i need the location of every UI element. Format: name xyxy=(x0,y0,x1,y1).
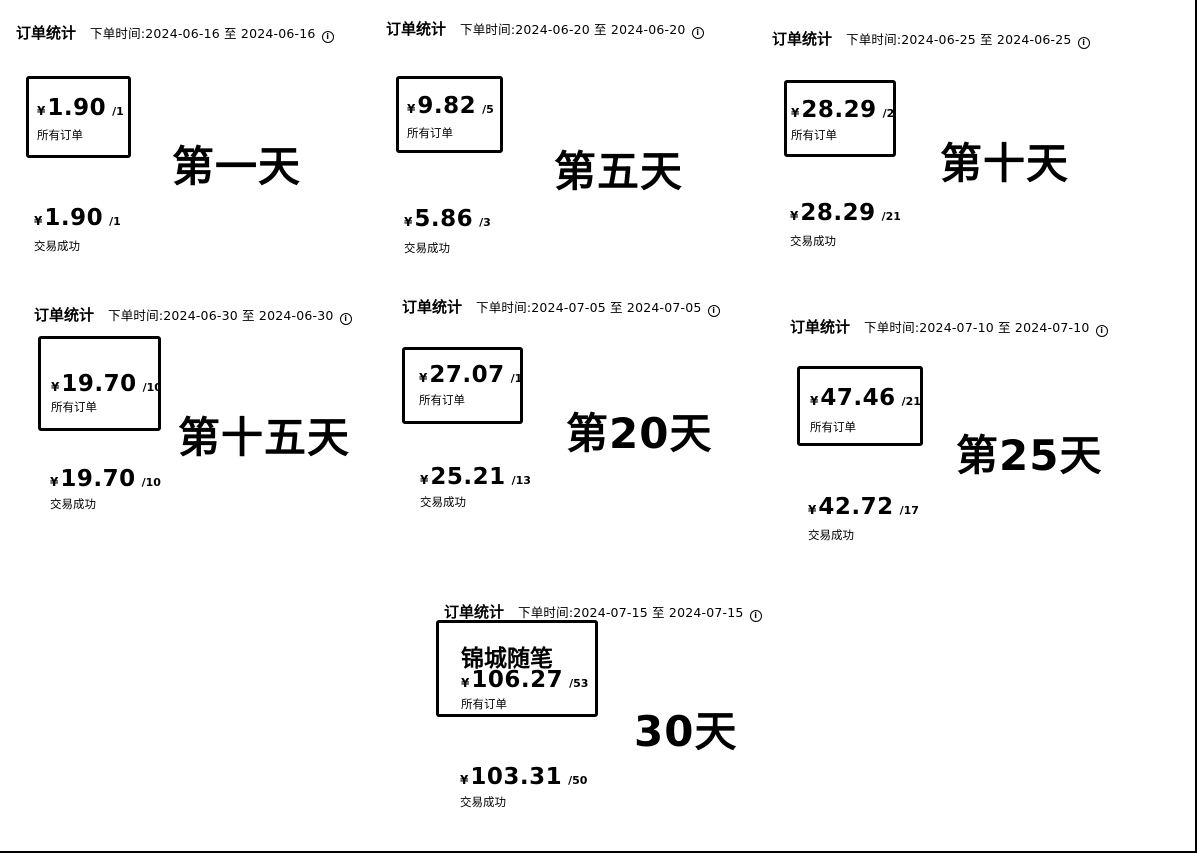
date-label: 下单时间: xyxy=(108,308,164,323)
date-label: 下单时间: xyxy=(90,26,146,41)
panel-header: 订单统计 下单时间: 2024-06-25 至 2024-06-25 i xyxy=(772,28,1090,49)
panel-title: 订单统计 xyxy=(386,20,447,38)
success-label: 交易成功 xyxy=(460,795,506,809)
all-orders-label: 所有订单 xyxy=(407,126,453,140)
day-tag: 第25天 xyxy=(956,431,1103,480)
date-range: 2024-07-10 至 2024-07-10 xyxy=(919,320,1090,335)
info-icon[interactable]: i xyxy=(321,31,334,43)
date-range: 2024-07-15 至 2024-07-15 xyxy=(573,605,744,620)
info-icon[interactable]: i xyxy=(691,27,704,39)
panel-header: 订单统计 下单时间: 2024-06-30 至 2024-06-30 i xyxy=(34,304,352,325)
panel-header: 订单统计 下单时间: 2024-07-10 至 2024-07-10 i xyxy=(790,316,1108,337)
all-orders-amount: ¥1.90/1 xyxy=(37,95,124,121)
success-amount: ¥5.86/3 xyxy=(404,206,491,232)
success-label: 交易成功 xyxy=(50,497,96,511)
success-label: 交易成功 xyxy=(34,239,80,253)
panel-header: 订单统计 下单时间: 2024-07-05 至 2024-07-05 i xyxy=(402,296,720,317)
day-tag: 第一天 xyxy=(172,142,302,191)
all-orders-card[interactable]: ¥19.70/10 所有订单 xyxy=(38,336,161,431)
info-icon[interactable]: i xyxy=(339,313,352,325)
info-icon[interactable]: i xyxy=(749,610,762,622)
all-orders-amount: ¥9.82/5 xyxy=(407,93,494,119)
panel-header: 订单统计 下单时间: 2024-07-15 至 2024-07-15 i xyxy=(444,601,762,622)
success-label: 交易成功 xyxy=(790,234,836,248)
date-range: 2024-06-25 至 2024-06-25 xyxy=(901,32,1072,47)
day-tag: 第20天 xyxy=(566,409,713,458)
success-label: 交易成功 xyxy=(808,528,854,542)
all-orders-label: 所有订单 xyxy=(461,697,507,711)
all-orders-label: 所有订单 xyxy=(419,393,465,407)
day-tag: 第五天 xyxy=(554,147,684,196)
panel-title: 订单统计 xyxy=(34,306,95,324)
success-label: 交易成功 xyxy=(420,495,466,509)
day-tag: 30天 xyxy=(634,707,738,756)
success-amount: ¥19.70/10 xyxy=(50,466,161,492)
panel-title: 订单统计 xyxy=(16,24,77,42)
date-range: 2024-06-20 至 2024-06-20 xyxy=(515,22,686,37)
date-range: 2024-06-16 至 2024-06-16 xyxy=(145,26,316,41)
day-tag: 第十五天 xyxy=(178,413,351,462)
all-orders-amount: ¥47.46/21 xyxy=(810,385,921,411)
info-icon[interactable]: i xyxy=(1077,37,1090,49)
panel-title: 订单统计 xyxy=(772,30,833,48)
all-orders-card[interactable]: ¥27.07/15 所有订单 xyxy=(402,347,523,424)
success-amount: ¥28.29/21 xyxy=(790,200,901,226)
success-label: 交易成功 xyxy=(404,241,450,255)
info-icon[interactable]: i xyxy=(707,305,720,317)
all-orders-card[interactable]: ¥47.46/21 所有订单 xyxy=(797,366,923,446)
date-label: 下单时间: xyxy=(460,22,516,37)
all-orders-amount: ¥28.29/21 xyxy=(791,97,895,123)
success-amount: ¥1.90/1 xyxy=(34,205,121,231)
all-orders-amount: ¥27.07/15 xyxy=(419,362,523,388)
success-amount: ¥42.72/17 xyxy=(808,494,919,520)
all-orders-amount: ¥106.27/53 xyxy=(461,667,589,693)
date-label: 下单时间: xyxy=(518,605,574,620)
all-orders-amount: ¥19.70/10 xyxy=(51,371,161,397)
date-label: 下单时间: xyxy=(476,300,532,315)
date-label: 下单时间: xyxy=(864,320,920,335)
panel-title: 订单统计 xyxy=(402,298,463,316)
info-icon[interactable]: i xyxy=(1095,325,1108,337)
success-amount: ¥25.21/13 xyxy=(420,464,531,490)
panel-header: 订单统计 下单时间: 2024-06-20 至 2024-06-20 i xyxy=(386,18,704,39)
date-range: 2024-06-30 至 2024-06-30 xyxy=(163,308,334,323)
date-range: 2024-07-05 至 2024-07-05 xyxy=(531,300,702,315)
panel-title: 订单统计 xyxy=(444,603,505,621)
all-orders-label: 所有订单 xyxy=(51,400,97,414)
all-orders-label: 所有订单 xyxy=(810,420,856,434)
day-tag: 第十天 xyxy=(940,139,1070,188)
all-orders-label: 所有订单 xyxy=(791,128,837,142)
all-orders-card[interactable]: ¥28.29/21 所有订单 xyxy=(784,80,896,157)
all-orders-card[interactable]: ¥9.82/5 所有订单 xyxy=(396,76,503,153)
panel-title: 订单统计 xyxy=(790,318,851,336)
date-label: 下单时间: xyxy=(846,32,902,47)
panel-header: 订单统计 下单时间: 2024-06-16 至 2024-06-16 i xyxy=(16,22,334,43)
all-orders-card[interactable]: 锦城随笔 ¥106.27/53 所有订单 xyxy=(436,620,598,717)
all-orders-label: 所有订单 xyxy=(37,128,83,142)
success-amount: ¥103.31/50 xyxy=(460,764,588,790)
all-orders-card[interactable]: ¥1.90/1 所有订单 xyxy=(26,76,131,158)
